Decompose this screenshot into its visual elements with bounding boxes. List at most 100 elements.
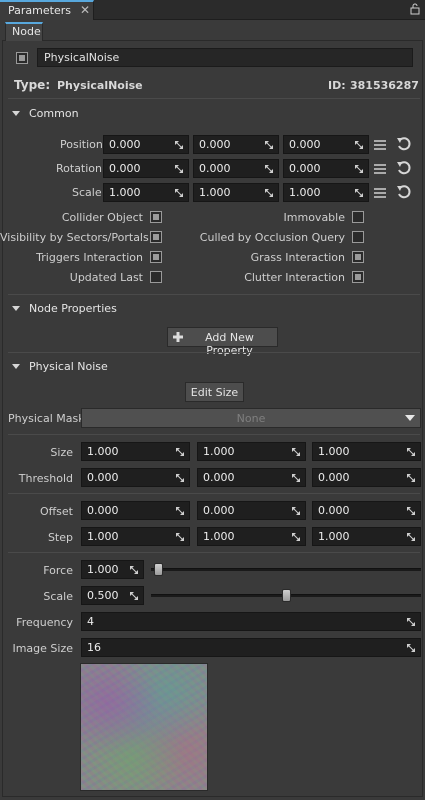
triggers-interaction-checkbox[interactable] bbox=[150, 251, 162, 263]
collider-object-checkbox[interactable] bbox=[150, 211, 162, 223]
threshold-y-field[interactable]: 0.000 bbox=[197, 468, 306, 487]
drag-arrows-icon bbox=[292, 533, 300, 541]
drag-arrows-icon bbox=[176, 474, 184, 482]
section-title: Physical Noise bbox=[29, 360, 108, 373]
menu-icon[interactable] bbox=[372, 185, 388, 201]
scale-z-value: 1.000 bbox=[289, 186, 321, 199]
drag-arrows-icon bbox=[292, 448, 300, 456]
drag-arrows-icon bbox=[407, 533, 415, 541]
type-value: PhysicalNoise bbox=[57, 79, 143, 92]
immovable-checkbox[interactable] bbox=[352, 211, 364, 223]
collapse-triangle-icon bbox=[12, 364, 20, 369]
separator bbox=[8, 434, 420, 435]
threshold-z-value: 0.000 bbox=[318, 471, 350, 484]
drag-arrows-icon bbox=[176, 507, 184, 515]
physical-mask-dropdown[interactable]: None bbox=[81, 408, 421, 428]
edit-size-button[interactable]: Edit Size bbox=[185, 382, 244, 402]
scale-label: Scale bbox=[72, 186, 102, 199]
collapse-triangle-icon bbox=[12, 306, 20, 311]
section-physical-noise-header[interactable]: Physical Noise bbox=[6, 358, 406, 378]
tab-parameters-label: Parameters bbox=[8, 4, 71, 17]
offset-y-field[interactable]: 0.000 bbox=[197, 501, 306, 520]
offset-z-field[interactable]: 0.000 bbox=[312, 501, 421, 520]
scale-y-field[interactable]: 1.000 bbox=[193, 183, 279, 202]
scale-x-field[interactable]: 1.000 bbox=[103, 183, 189, 202]
section-node-properties-header[interactable]: Node Properties bbox=[6, 300, 406, 320]
force-label: Force bbox=[43, 564, 73, 577]
step-z-field[interactable]: 1.000 bbox=[312, 527, 421, 546]
drag-arrows-icon bbox=[175, 189, 183, 197]
flag-label: Grass Interaction bbox=[250, 251, 345, 264]
tab-parameters[interactable]: Parameters ✕ bbox=[0, 0, 94, 20]
rotation-y-field[interactable]: 0.000 bbox=[193, 159, 279, 178]
drag-arrows-icon bbox=[355, 141, 363, 149]
size-z-field[interactable]: 1.000 bbox=[312, 442, 421, 461]
step-y-field[interactable]: 1.000 bbox=[197, 527, 306, 546]
id-label: ID: bbox=[328, 79, 346, 92]
reset-icon[interactable] bbox=[396, 160, 412, 176]
noise-scale-slider-handle[interactable] bbox=[281, 589, 291, 602]
scale-z-field[interactable]: 1.000 bbox=[283, 183, 369, 202]
flag-label: Immovable bbox=[283, 211, 345, 224]
force-slider-track[interactable] bbox=[151, 568, 421, 571]
id-value: 381536287 bbox=[350, 79, 419, 92]
separator bbox=[8, 98, 420, 99]
section-common-header[interactable]: Common bbox=[6, 105, 406, 125]
add-new-property-label: Add New Property bbox=[205, 331, 254, 357]
position-y-field[interactable]: 0.000 bbox=[193, 135, 279, 154]
image-size-field[interactable]: 16 bbox=[81, 638, 421, 657]
scale-y-value: 1.000 bbox=[199, 186, 231, 199]
position-label: Position bbox=[60, 138, 103, 151]
noise-scale-label: Scale bbox=[43, 590, 73, 603]
drag-arrows-icon bbox=[265, 165, 273, 173]
add-new-property-button[interactable]: Add New Property bbox=[167, 327, 278, 357]
drag-arrows-icon bbox=[407, 448, 415, 456]
drag-arrows-icon bbox=[265, 141, 273, 149]
node-name-field[interactable]: PhysicalNoise bbox=[37, 48, 413, 67]
grass-interaction-checkbox[interactable] bbox=[352, 251, 364, 263]
reset-icon[interactable] bbox=[396, 184, 412, 200]
reset-icon[interactable] bbox=[396, 136, 412, 152]
physical-mask-label: Physical Mask bbox=[8, 412, 85, 425]
threshold-x-field[interactable]: 0.000 bbox=[81, 468, 190, 487]
tab-node[interactable]: Node bbox=[5, 22, 43, 41]
offset-label: Offset bbox=[39, 505, 73, 518]
size-x-value: 1.000 bbox=[87, 445, 119, 458]
clutter-interaction-checkbox[interactable] bbox=[352, 271, 364, 283]
step-y-value: 1.000 bbox=[203, 530, 235, 543]
lock-icon[interactable] bbox=[410, 3, 420, 15]
size-y-field[interactable]: 1.000 bbox=[197, 442, 306, 461]
noise-scale-field[interactable]: 0.500 bbox=[81, 586, 144, 605]
updated-last-checkbox[interactable] bbox=[150, 271, 162, 283]
step-z-value: 1.000 bbox=[318, 530, 350, 543]
node-enabled-checkbox[interactable] bbox=[16, 52, 28, 64]
rotation-z-field[interactable]: 0.000 bbox=[283, 159, 369, 178]
frequency-field[interactable]: 4 bbox=[81, 612, 421, 631]
size-x-field[interactable]: 1.000 bbox=[81, 442, 190, 461]
separator bbox=[8, 552, 420, 553]
culled-occlusion-checkbox[interactable] bbox=[352, 231, 364, 243]
menu-icon[interactable] bbox=[372, 161, 388, 177]
position-x-value: 0.000 bbox=[109, 138, 141, 151]
visibility-sectors-checkbox[interactable] bbox=[150, 231, 162, 243]
flag-label: Culled by Occlusion Query bbox=[199, 231, 345, 244]
size-y-value: 1.000 bbox=[203, 445, 235, 458]
tab-close-icon[interactable]: ✕ bbox=[80, 3, 90, 17]
size-label: Size bbox=[50, 446, 73, 459]
rotation-z-value: 0.000 bbox=[289, 162, 321, 175]
drag-arrows-icon bbox=[355, 165, 363, 173]
rotation-x-field[interactable]: 0.000 bbox=[103, 159, 189, 178]
threshold-z-field[interactable]: 0.000 bbox=[312, 468, 421, 487]
position-z-field[interactable]: 0.000 bbox=[283, 135, 369, 154]
step-x-field[interactable]: 1.000 bbox=[81, 527, 190, 546]
menu-icon[interactable] bbox=[372, 137, 388, 153]
flag-label: Updated Last bbox=[69, 271, 143, 284]
force-field[interactable]: 1.000 bbox=[81, 560, 144, 579]
position-x-field[interactable]: 0.000 bbox=[103, 135, 189, 154]
physical-mask-value: None bbox=[236, 412, 266, 425]
flag-label: Triggers Interaction bbox=[36, 251, 143, 264]
drag-arrows-icon bbox=[292, 507, 300, 515]
offset-x-field[interactable]: 0.000 bbox=[81, 501, 190, 520]
force-value: 1.000 bbox=[87, 563, 119, 576]
force-slider-handle[interactable] bbox=[154, 563, 163, 576]
